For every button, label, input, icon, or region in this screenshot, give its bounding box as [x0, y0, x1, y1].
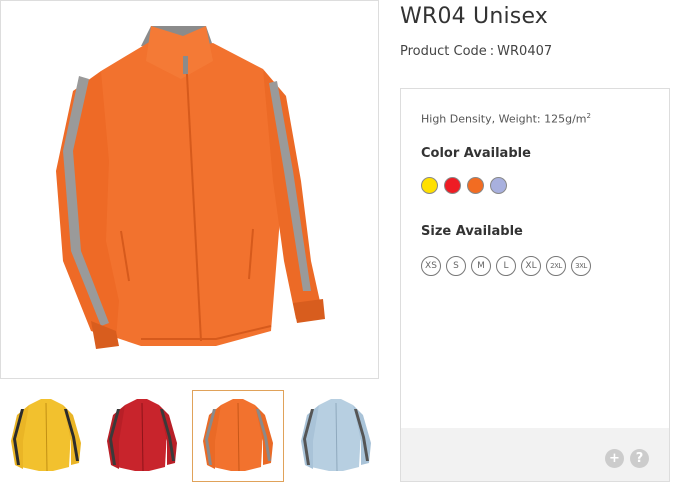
color-swatch-lavender[interactable]: [490, 177, 507, 194]
jacket-illustration: [56, 26, 325, 349]
red-jacket-thumbnail: [107, 399, 177, 472]
color-swatch-list: [421, 177, 507, 194]
thumbnail-yellow[interactable]: [0, 390, 92, 482]
thumbnail-light-blue[interactable]: [290, 390, 382, 482]
size-list: XS S M L XL 2XL 3XL: [421, 256, 591, 276]
size-option-s[interactable]: S: [446, 256, 466, 276]
yellow-jacket-thumbnail: [11, 399, 81, 472]
material-spec-text: High Density, Weight: 125g/m: [421, 112, 587, 126]
product-code-separator: :: [489, 44, 495, 59]
material-spec: High Density, Weight: 125g/m2: [421, 112, 591, 126]
color-available-title: Color Available: [421, 146, 531, 161]
product-code-value: WR0407: [497, 44, 553, 59]
light-blue-jacket-thumbnail: [301, 399, 371, 472]
size-option-m[interactable]: M: [471, 256, 491, 276]
size-option-l[interactable]: L: [496, 256, 516, 276]
product-title: WR04 Unisex: [400, 4, 549, 29]
thumbnail-red[interactable]: [96, 390, 188, 482]
size-available-title: Size Available: [421, 224, 523, 239]
color-swatch-red[interactable]: [444, 177, 461, 194]
color-swatch-orange[interactable]: [467, 177, 484, 194]
size-option-2xl[interactable]: 2XL: [546, 256, 566, 276]
orange-jacket-thumbnail: [203, 399, 273, 472]
material-spec-superscript: 2: [586, 112, 591, 120]
zoom-plus-icon[interactable]: +: [605, 449, 624, 468]
help-question-icon[interactable]: ?: [630, 449, 649, 468]
product-code: Product Code: WR0407: [400, 44, 552, 59]
size-option-xs[interactable]: XS: [421, 256, 441, 276]
color-swatch-yellow[interactable]: [421, 177, 438, 194]
product-code-label: Product Code: [400, 44, 487, 59]
size-option-xl[interactable]: XL: [521, 256, 541, 276]
thumbnail-orange[interactable]: [192, 390, 284, 482]
size-option-3xl[interactable]: 3XL: [571, 256, 591, 276]
main-product-image[interactable]: [0, 0, 379, 379]
product-details-panel: High Density, Weight: 125g/m2 Color Avai…: [400, 88, 670, 482]
panel-footer: + ?: [401, 428, 669, 481]
